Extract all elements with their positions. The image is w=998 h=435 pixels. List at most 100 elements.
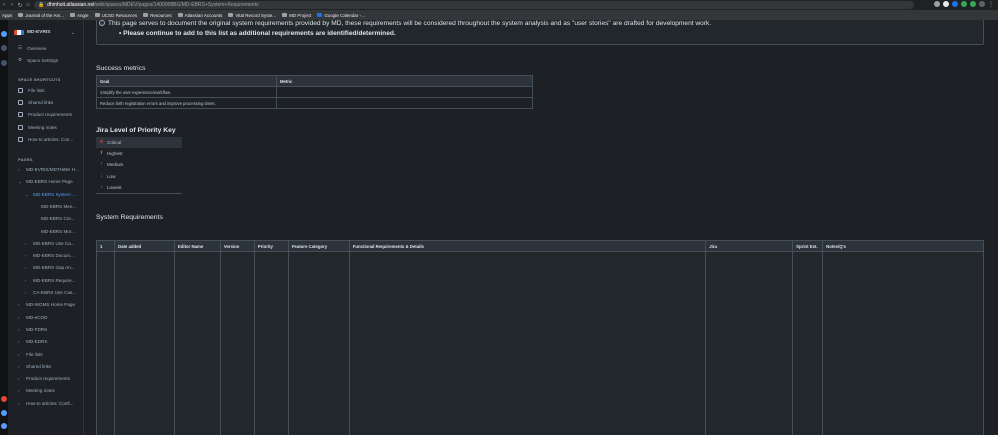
chevron-right-icon[interactable]: ›: [25, 253, 29, 258]
table-cell[interactable]: [287, 251, 350, 435]
page-tree-item[interactable]: › MD-EVRIS/MDTHiNK H...: [18, 167, 79, 172]
page-tree-item[interactable]: › MD-EBRS Docum...: [25, 253, 74, 258]
reload-icon[interactable]: ↻: [16, 2, 24, 9]
table-cell[interactable]: [276, 97, 533, 109]
link-icon: [18, 88, 23, 93]
chevron-down-icon[interactable]: ⌄: [25, 192, 29, 197]
table-cell[interactable]: [219, 251, 255, 435]
chevron-right-icon[interactable]: ›: [18, 388, 22, 393]
extension-icon[interactable]: [970, 1, 976, 7]
lock-icon: 🔒: [38, 2, 45, 8]
chevron-right-icon[interactable]: ›: [18, 339, 22, 344]
chevron-right-icon[interactable]: ›: [18, 302, 22, 307]
bookmark-label: Resources: [150, 12, 172, 18]
page-tree-item[interactable]: › MD-EDRS: [18, 339, 47, 344]
extension-icon[interactable]: [943, 1, 949, 7]
chevron-down-icon[interactable]: ⌄: [18, 179, 22, 184]
table-cell[interactable]: [96, 251, 115, 435]
page-tree-item[interactable]: MD-EBRS Cre...: [33, 216, 75, 221]
bookmark-apps[interactable]: Apps: [2, 13, 12, 18]
chevron-right-icon[interactable]: ›: [18, 315, 22, 320]
table-header: Goal: [96, 75, 277, 87]
chevron-right-icon[interactable]: ›: [25, 241, 29, 246]
table-cell[interactable]: [276, 86, 533, 98]
page-tree-item[interactable]: MD-EBRS Mee...: [33, 204, 76, 209]
page-tree-item[interactable]: › MD-eCOD: [18, 315, 47, 320]
table-cell[interactable]: [792, 251, 824, 435]
page-tree-item[interactable]: › MD-FDRS: [18, 327, 47, 332]
chevron-right-icon[interactable]: ›: [25, 265, 29, 270]
page-tree-label: MD-EBRS Docum...: [33, 253, 74, 259]
chevron-right-icon[interactable]: ›: [18, 364, 22, 369]
table-cell[interactable]: [173, 251, 221, 435]
page-tree-item[interactable]: › CA-EBRS Use Cas...: [25, 290, 76, 295]
table-header: Priority: [253, 240, 289, 252]
table-cell[interactable]: Simplify the user experience/workflow.: [96, 86, 277, 98]
page-tree-item[interactable]: ⌄ MD-EBRS Home Page: [18, 179, 73, 184]
notifications-icon[interactable]: [1, 396, 7, 402]
shortcut-item[interactable]: File lists: [18, 88, 45, 93]
page-tree-item[interactable]: › MD-EBRS Gap An...: [25, 265, 75, 270]
page-tree-item[interactable]: › How-to articles: Confl...: [18, 401, 73, 406]
priority-row: ↓ Low: [96, 171, 182, 182]
extension-icon[interactable]: [961, 1, 967, 7]
extension-icon[interactable]: [934, 1, 940, 7]
shortcut-item[interactable]: How-to articles: Con...: [18, 137, 73, 142]
table-cell[interactable]: [705, 251, 794, 435]
page-tree-item[interactable]: › MD-WOMS Home Page: [18, 302, 75, 307]
page-tree-item[interactable]: ⌄ MD-EBRS System ...: [25, 192, 76, 197]
page-tree-item[interactable]: MD-EBRS Mor...: [33, 229, 75, 234]
table-cell[interactable]: [113, 251, 175, 435]
chevron-right-icon[interactable]: ›: [25, 278, 29, 283]
chevron-right-icon[interactable]: ›: [18, 352, 22, 357]
page-tree-item[interactable]: › MD-EBRS Require...: [25, 278, 75, 283]
address-bar[interactable]: 🔒 dhmhoit.atlassian.net /wiki/spaces/MDE…: [34, 1, 914, 9]
bookmark-folder[interactable]: Vital Record Syste...: [228, 13, 276, 18]
forward-arrow-icon[interactable]: ›: [8, 2, 16, 8]
table-cell[interactable]: [822, 251, 984, 435]
table-header: 1: [96, 240, 115, 252]
space-header[interactable]: MD-EVRIS: [14, 30, 50, 35]
chevron-right-icon[interactable]: ›: [25, 290, 29, 295]
bookmark-folder[interactable]: UCSD Resources: [94, 13, 137, 18]
chevron-right-icon[interactable]: ›: [18, 401, 22, 406]
shortcut-item[interactable]: Product requirements: [18, 112, 72, 117]
back-arrow-icon[interactable]: ‹: [0, 2, 8, 8]
bookmark-item[interactable]: Journal of the Am...: [18, 13, 64, 18]
priority-label: Lowest: [107, 184, 122, 190]
page-tree-label: Product requirements: [26, 376, 70, 382]
chevron-right-icon[interactable]: ›: [18, 327, 22, 332]
bookmark-item[interactable]: Google Calendar -...: [317, 13, 365, 18]
sidebar-item-space-settings[interactable]: ⚙ Space Settings: [18, 57, 58, 63]
page-tree-item[interactable]: › Shared links: [18, 364, 51, 369]
chevron-down-icon[interactable]: ⌄: [71, 30, 75, 36]
page-tree-item[interactable]: › Meeting notes: [18, 388, 55, 393]
menu-dots-icon[interactable]: ⋮: [988, 1, 994, 8]
profile-avatar[interactable]: [1, 423, 7, 429]
shortcut-item[interactable]: Meeting notes: [18, 125, 57, 130]
bookmark-folder[interactable]: Resources: [143, 13, 172, 18]
page-tree-label: MD-EBRS Cre...: [41, 216, 75, 222]
search-icon[interactable]: [1, 45, 7, 51]
help-icon[interactable]: [1, 410, 7, 416]
chevron-right-icon[interactable]: ›: [18, 167, 22, 172]
page-tree-label: MD-EBRS Use Ca...: [33, 240, 75, 246]
page-tree-item[interactable]: › Product requirements: [18, 376, 70, 381]
home-icon[interactable]: ⌂: [24, 2, 32, 8]
shortcut-item[interactable]: Shared links: [18, 100, 53, 105]
bookmark-folder[interactable]: Atlassian Accounts: [177, 13, 222, 18]
confluence-icon[interactable]: [1, 31, 7, 37]
sidebar-item-overview[interactable]: ☰ Overview: [18, 45, 46, 51]
table-cell[interactable]: [348, 251, 707, 435]
table-cell[interactable]: [253, 251, 289, 435]
profile-avatar[interactable]: [979, 1, 985, 7]
extension-icon[interactable]: [952, 1, 958, 7]
priority-row: ⊘ Critical: [96, 137, 182, 149]
page-tree-item[interactable]: › MD-EBRS Use Ca...: [25, 241, 75, 246]
table-cell[interactable]: Reduce birth registration errors and imp…: [96, 97, 277, 109]
chevron-right-icon[interactable]: ›: [18, 376, 22, 381]
bookmark-folder[interactable]: MD Project: [282, 13, 311, 18]
page-tree-item[interactable]: › File lists: [18, 352, 43, 357]
bookmark-folder[interactable]: Angie: [70, 13, 89, 18]
create-icon[interactable]: [1, 60, 7, 66]
